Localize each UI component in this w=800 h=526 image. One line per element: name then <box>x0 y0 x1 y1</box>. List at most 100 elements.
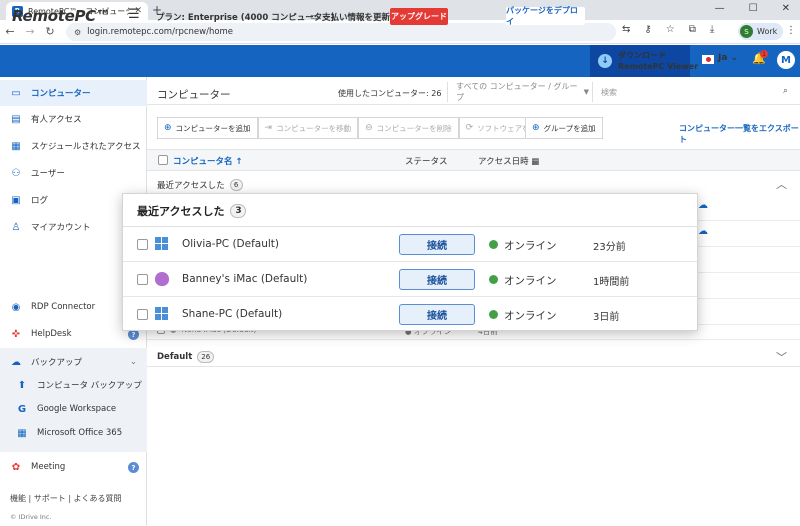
add-computer-icon: ⊕ <box>164 123 172 133</box>
calendar-icon[interactable]: ▦ <box>531 157 539 167</box>
export-list-link[interactable]: コンピューター一覧をエクスポート <box>679 123 800 145</box>
popup-title: 最近アクセスした 3 <box>137 203 247 219</box>
back-icon[interactable]: ← <box>0 25 20 38</box>
deploy-package-button[interactable]: パッケージをデプロイ <box>506 6 585 26</box>
attended-access-icon: ▤ <box>11 113 21 125</box>
list-item: Banney's iMac (Default) 接続 オンライン 1時間前 <box>123 262 697 297</box>
page-title: コンピューター <box>157 89 231 101</box>
omnibox-actions: ⇆ ⚷ ☆ ⧉ ⤓ <box>622 24 714 35</box>
users-icon: ⚇ <box>11 167 21 179</box>
add-group-button[interactable]: ⊕ グループを追加 <box>525 117 603 139</box>
column-header-name[interactable]: コンピュータ名 ↑ <box>173 155 243 167</box>
cloud-upload-icon[interactable]: ☁ <box>698 226 708 237</box>
cloud-backup-icon: ☁ <box>11 356 21 368</box>
cloud-upload-icon[interactable]: ☁ <box>698 200 708 211</box>
microsoft-icon: ▦ <box>17 427 27 439</box>
connect-button[interactable]: 接続 <box>399 304 475 325</box>
profile-avatar: S <box>740 25 753 38</box>
sidebar-item-label: 有人アクセス <box>31 115 82 125</box>
move-computer-button[interactable]: ⇥ コンピューターを移動 <box>257 117 359 139</box>
windows-icon <box>155 237 169 251</box>
row-checkbox[interactable] <box>137 309 148 320</box>
status-text: オンライン <box>504 310 557 322</box>
remotepc-logo[interactable]: RemotePC™ <box>12 7 111 25</box>
sidebar-item-users[interactable]: ⚇ ユーザー <box>0 160 147 186</box>
online-status-icon <box>489 240 498 249</box>
sidebar-item-google-workspace[interactable]: G Google Workspace <box>0 396 147 422</box>
list-item: Shane-PC (Default) 接続 オンライン 3日前 <box>123 297 697 332</box>
profile-button[interactable]: S Work <box>738 23 784 40</box>
access-time: 3日前 <box>593 312 620 323</box>
sidebar-item-attended-access[interactable]: ▤ 有人アクセス <box>0 106 147 132</box>
select-all-checkbox[interactable] <box>158 155 168 165</box>
delete-computer-button[interactable]: ⊖ コンピューターを削除 <box>358 117 459 139</box>
recent-group-header[interactable]: 最近アクセスした 6 <box>157 179 243 191</box>
chevron-down-icon[interactable]: ﹀ <box>776 349 787 365</box>
chevron-down-icon: ⌄ <box>129 357 137 367</box>
group-label: 最近アクセスした <box>157 181 225 191</box>
google-icon: G <box>17 403 27 415</box>
download-line1: ダウンロード <box>618 51 666 60</box>
window-controls: — ☐ ✕ <box>715 3 790 14</box>
add-group-icon: ⊕ <box>532 123 540 133</box>
search-icon[interactable]: ⌕ <box>783 86 788 96</box>
status-text: オンライン <box>504 275 557 287</box>
computer-name: Banney's iMac (Default) <box>182 273 308 285</box>
forward-icon[interactable]: → <box>20 25 40 38</box>
password-key-icon[interactable]: ⚷ <box>644 24 651 35</box>
connect-button[interactable]: 接続 <box>399 269 475 290</box>
update-billing-link[interactable]: ▭ 支払い情報を更新 <box>310 11 390 23</box>
language-label: Ja <box>718 53 728 63</box>
add-computer-button[interactable]: ⊕ コンピューターを追加 <box>157 117 258 139</box>
group-count: 6 <box>229 179 243 191</box>
reload-icon[interactable]: ↻ <box>40 25 60 38</box>
user-icon: ♙ <box>11 221 21 233</box>
copyright: © IDrive Inc. <box>10 513 52 521</box>
help-icon[interactable]: ? <box>128 462 139 473</box>
connect-button[interactable]: 接続 <box>399 234 475 255</box>
sidebar-item-label: Google Workspace <box>37 404 117 414</box>
sidebar-item-label: Meeting <box>31 462 66 472</box>
button-label: コンピューターを削除 <box>376 123 452 133</box>
profile-label: Work <box>757 27 778 36</box>
upgrade-button[interactable]: アップグレード <box>390 8 448 25</box>
sidebar-item-label: バックアップ <box>31 358 83 368</box>
bookmark-star-icon[interactable]: ☆ <box>666 24 675 35</box>
browser-menu-icon[interactable]: ⋮ <box>786 25 796 36</box>
dropdown-arrow-icon: ▼ <box>583 88 589 96</box>
translate-icon[interactable]: ⇆ <box>622 24 630 35</box>
online-status-icon <box>489 310 498 319</box>
minimize-icon[interactable]: — <box>715 3 725 14</box>
toolbar: ⊕ コンピューターを追加 ⇥ コンピューターを移動 ⊖ コンピューターを削除 ⟳ ソフト… <box>157 117 552 139</box>
online-status-icon <box>489 275 498 284</box>
move-computer-icon: ⇥ <box>264 123 273 133</box>
group-select[interactable]: すべての コンピューター / グループ ▼ <box>447 82 589 102</box>
sidebar-item-computer-backup[interactable]: ⬆ コンピュータ バックアップ <box>0 372 147 398</box>
download-icon[interactable]: ⤓ <box>710 24 714 35</box>
group-select-value: すべての コンピューター / グループ <box>456 82 578 102</box>
close-window-icon[interactable]: ✕ <box>782 3 790 14</box>
extensions-icon[interactable]: ⧉ <box>689 24 696 35</box>
sidebar-item-label: コンピュータ バックアップ <box>37 381 142 391</box>
hamburger-menu-icon[interactable]: ☰ <box>128 7 140 22</box>
language-selector[interactable]: Ja ⌄ <box>718 53 738 63</box>
sidebar-item-computers[interactable]: ▭ コンピューター <box>0 80 147 106</box>
sidebar-footer-links[interactable]: 機能 | サポート | よくある質問 <box>10 493 122 504</box>
row-checkbox[interactable] <box>137 239 148 250</box>
button-label: グループを追加 <box>543 123 596 133</box>
sidebar-item-scheduled-access[interactable]: ▦ スケジュールされたアクセス <box>0 133 147 159</box>
user-avatar[interactable]: M <box>777 51 795 69</box>
sidebar-item-office-365[interactable]: ▦ Microsoft Office 365 <box>0 420 147 446</box>
default-group-header[interactable]: Default 26 <box>157 351 215 363</box>
monitor-icon: ▭ <box>11 87 21 99</box>
maximize-icon[interactable]: ☐ <box>749 3 758 14</box>
update-icon: ⟳ <box>465 123 474 133</box>
status-text: オンライン <box>504 240 557 252</box>
site-info-icon[interactable]: ⚙ <box>74 28 81 37</box>
search-input[interactable]: 検索 <box>592 82 798 102</box>
group-label: Default <box>157 352 193 362</box>
chevron-up-icon[interactable]: ︿ <box>776 176 787 192</box>
row-checkbox[interactable] <box>137 274 148 285</box>
popup-count: 3 <box>230 204 247 218</box>
sidebar-item-meeting[interactable]: ✿ Meeting? <box>0 454 147 480</box>
